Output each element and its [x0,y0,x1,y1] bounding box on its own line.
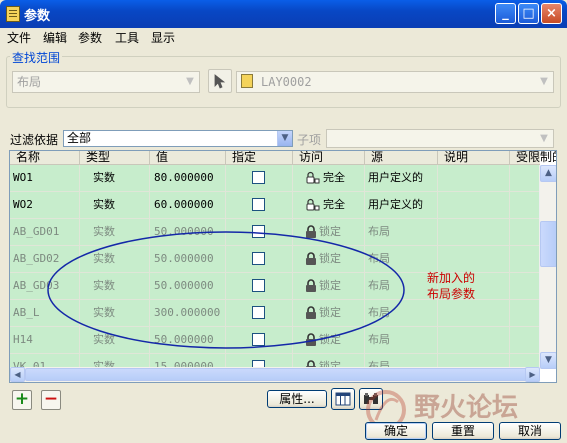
select-object-button[interactable] [208,69,232,93]
cell-type: 实数 [80,165,150,192]
annotation-line-2: 布局参数 [427,287,476,301]
col-value[interactable]: 值 [150,151,226,165]
scope-object-dropdown[interactable]: LAY0002 ▼ [236,71,554,93]
parameter-app-icon [6,6,20,22]
search-scope-legend: 查找范围 [10,49,63,66]
table-columns-icon [335,392,351,406]
subitem-label: 子项 [297,133,322,147]
col-restricted[interactable]: 受限制的 [510,151,556,165]
table-row[interactable]: WO1 实数 80.000000 完全 用户定义的 [10,165,540,192]
designated-checkbox[interactable] [252,198,265,211]
cell-restricted[interactable] [510,327,540,354]
cancel-button[interactable]: 取消 [499,422,561,440]
vertical-scroll-thumb[interactable] [540,221,556,267]
designated-checkbox[interactable] [252,171,265,184]
remove-parameter-button[interactable]: − [41,390,61,410]
cell-restricted[interactable] [510,246,540,273]
cell-name: WO2 [10,192,80,219]
cell-value[interactable]: 60.000000 [150,192,226,219]
add-parameter-button[interactable]: + [12,390,32,410]
col-access[interactable]: 访问 [293,151,365,165]
horizontal-scrollbar[interactable]: ◀ ▶ [10,367,540,382]
minimize-button[interactable]: _ [495,3,516,24]
window-title: 参数 [24,9,51,24]
annotation-note: 新加入的 布局参数 [427,270,475,302]
table-columns-button[interactable] [331,388,355,410]
access-label: 完全 [323,198,345,211]
properties-button[interactable]: 属性... [267,390,327,408]
reset-button[interactable]: 重置 [432,422,494,440]
cell-access[interactable]: 完全 [293,165,365,192]
plus-icon: + [14,389,30,409]
svg-text:野火论坛: 野火论坛 [414,393,518,423]
cell-description[interactable] [438,327,510,354]
maximize-button[interactable]: □ [518,3,539,24]
filter-value: 全部 [67,131,92,145]
filter-label: 过滤依据 [10,133,59,147]
cell-description[interactable] [438,219,510,246]
minus-icon: − [43,389,59,409]
col-name[interactable]: 名称 [10,151,80,165]
menu-tools[interactable]: 工具 [115,29,139,46]
cell-description[interactable] [438,165,510,192]
ok-button[interactable]: 确定 [365,422,427,440]
annotation-ellipse [47,231,405,349]
cell-description[interactable] [438,246,510,273]
cell-type: 实数 [80,192,150,219]
cell-restricted[interactable] [510,165,540,192]
cell-designated [226,192,293,219]
subitem-dropdown[interactable]: ▼ [326,129,554,148]
layout-icon [241,74,253,88]
cell-source: 用户定义的 [365,192,438,219]
table-row[interactable]: WO2 实数 60.000000 完全 用户定义的 [10,192,540,219]
col-designated[interactable]: 指定 [226,151,293,165]
vertical-scrollbar[interactable]: ▲ ▼ [539,165,556,369]
scroll-right-icon[interactable]: ▶ [525,367,540,382]
cell-source: 用户定义的 [365,165,438,192]
annotation-line-1: 新加入的 [427,271,476,285]
scope-object-value: LAY0002 [261,75,312,89]
chevron-down-icon: ▼ [277,131,292,146]
cell-restricted[interactable] [510,300,540,327]
menu-file[interactable]: 文件 [7,29,31,46]
cell-description[interactable] [438,192,510,219]
cell-description[interactable] [438,300,510,327]
chevron-down-icon: ▼ [540,76,548,87]
col-type[interactable]: 类型 [80,151,150,165]
cell-value[interactable]: 80.000000 [150,165,226,192]
cell-designated [226,165,293,192]
chevron-down-icon: ▼ [186,76,194,87]
cell-restricted[interactable] [510,192,540,219]
cell-restricted[interactable] [510,273,540,300]
scope-type-dropdown[interactable]: 布局 ▼ [12,71,200,93]
menu-edit[interactable]: 编辑 [43,29,67,46]
title-bar[interactable]: 参数 _ □ × [0,0,567,28]
menu-display[interactable]: 显示 [151,29,175,46]
menu-parameter[interactable]: 参数 [78,29,102,46]
horizontal-scroll-thumb[interactable] [25,368,530,381]
filter-dropdown[interactable]: 全部 ▼ [63,130,293,147]
scope-type-value: 布局 [17,75,42,89]
col-source[interactable]: 源 [365,151,438,165]
chevron-down-icon: ▼ [540,133,548,144]
close-button[interactable]: × [541,3,562,24]
access-label: 完全 [323,171,345,184]
menu-bar: 文件 编辑 参数 工具 显示 [0,28,567,46]
table-header: 名称 类型 值 指定 访问 源 说明 受限制的 [10,151,556,165]
col-description[interactable]: 说明 [438,151,510,165]
cell-access[interactable]: 完全 [293,192,365,219]
cursor-arrow-icon [214,74,226,89]
cell-name: WO1 [10,165,80,192]
scroll-left-icon[interactable]: ◀ [10,367,25,382]
scroll-up-icon[interactable]: ▲ [540,165,556,182]
scroll-down-icon[interactable]: ▼ [540,352,556,369]
full-access-icon [306,198,320,211]
full-access-icon [306,171,320,184]
cell-restricted[interactable] [510,219,540,246]
